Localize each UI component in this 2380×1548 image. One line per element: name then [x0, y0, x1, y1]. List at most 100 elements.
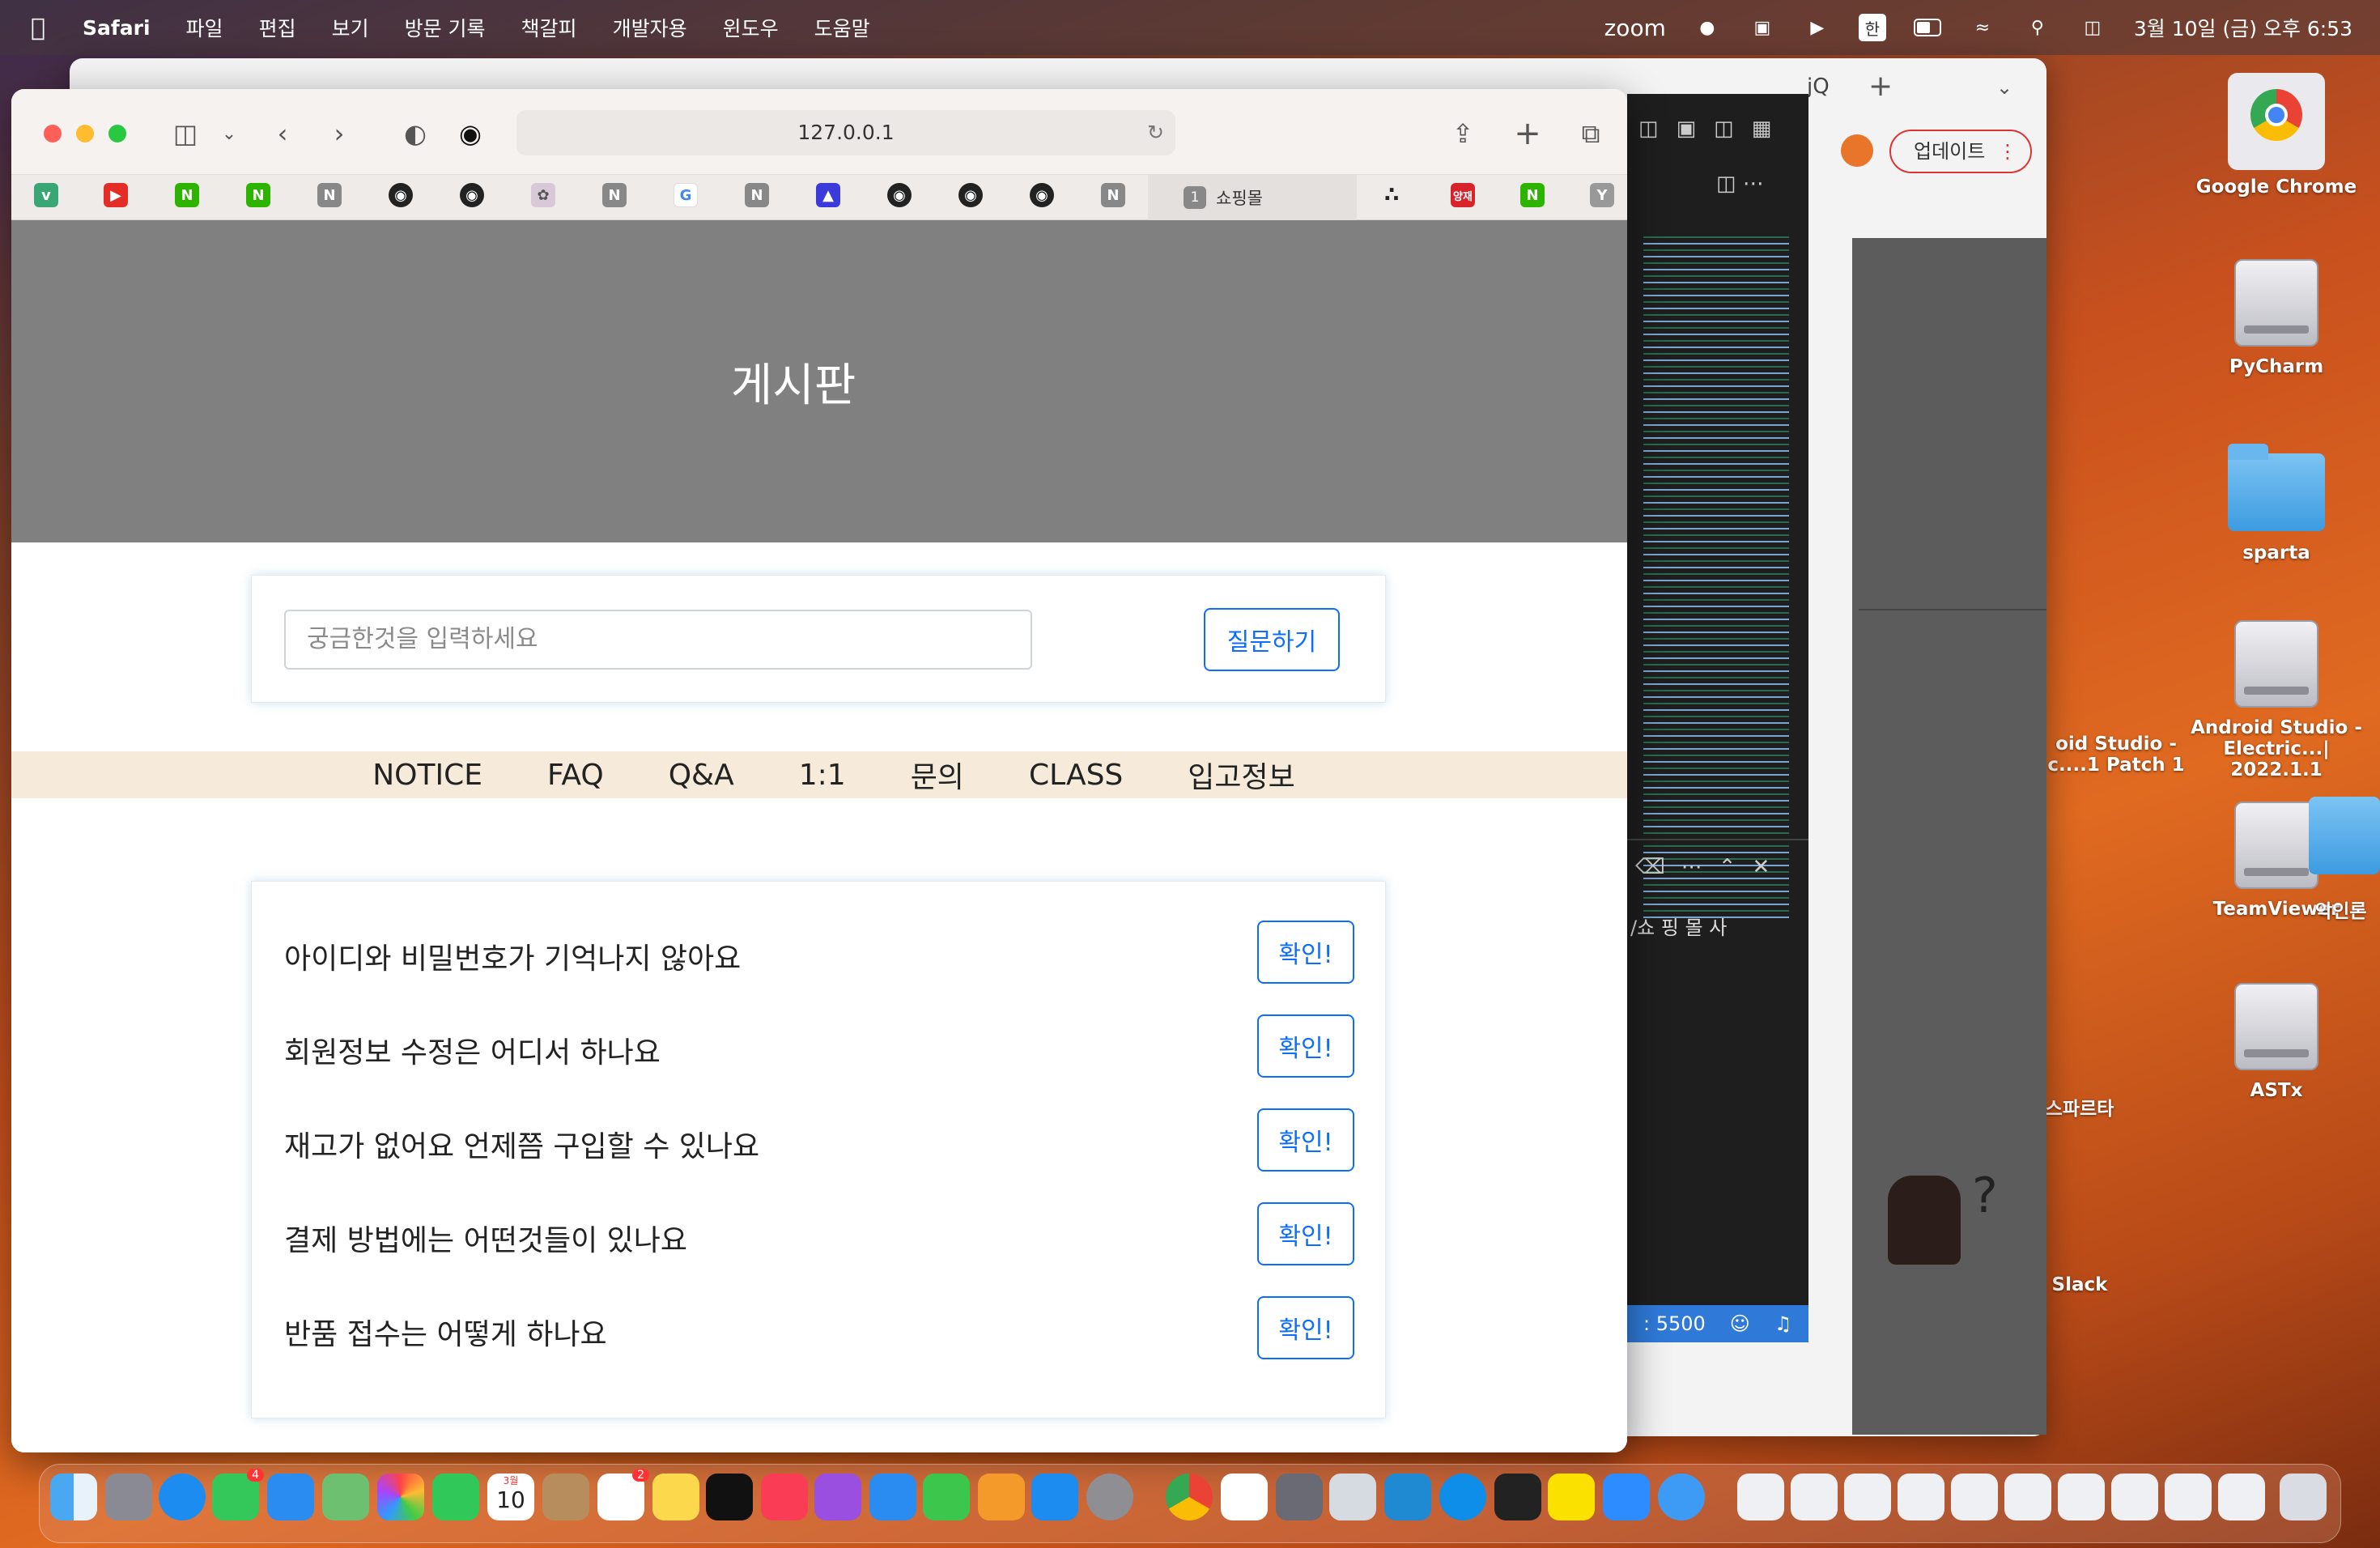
fav-naver-icon[interactable]: N — [1520, 183, 1545, 207]
desktop-icon-google-chrome[interactable]: Google Chrome — [2195, 73, 2357, 198]
menu-edit[interactable]: 편집 — [259, 13, 296, 42]
nav-notice[interactable]: NOTICE — [372, 759, 482, 792]
menu-window[interactable]: 윈도우 — [723, 13, 779, 42]
github-icon[interactable]: ◉ — [453, 117, 487, 151]
slack-dock-icon[interactable] — [1221, 1474, 1268, 1520]
nav-class[interactable]: CLASS — [1029, 759, 1123, 792]
spotlight-search-icon[interactable]: ⚲ — [2024, 14, 2051, 41]
preview-icon[interactable] — [1329, 1474, 1376, 1520]
reload-icon[interactable]: ↻ — [1147, 110, 1164, 155]
play-circle-icon[interactable]: ▶ — [1804, 14, 1831, 41]
nav-faq[interactable]: FAQ — [547, 759, 604, 792]
recent-document-icon[interactable] — [2165, 1474, 2212, 1520]
facetime-icon[interactable] — [432, 1474, 479, 1520]
messages-icon[interactable]: 4 — [212, 1469, 264, 1520]
nav-stock-info[interactable]: 입고정보 — [1188, 754, 1294, 796]
nav-qna[interactable]: Q&A — [669, 759, 734, 792]
confirm-button[interactable]: 확인! — [1257, 1202, 1354, 1265]
security-shield-icon[interactable]: ▣ — [1749, 14, 1776, 41]
tab-overview-icon[interactable]: ⧉ — [1574, 117, 1608, 151]
recent-document-icon[interactable] — [1951, 1474, 1998, 1520]
layout-icons[interactable]: ◫▣◫▦ — [1638, 117, 1789, 141]
rocket-icon[interactable] — [1276, 1474, 1323, 1520]
menu-app-name[interactable]: Safari — [83, 16, 151, 40]
fav-github-icon[interactable]: ◉ — [389, 183, 413, 207]
fav-kr-icon[interactable]: ▲ — [816, 183, 840, 207]
menu-help[interactable]: 도움말 — [814, 13, 870, 42]
fav-yangjae-icon[interactable]: 양재 — [1451, 183, 1475, 207]
minimize-window-button[interactable] — [76, 125, 94, 142]
recent-document-icon[interactable] — [2058, 1474, 2105, 1520]
fav-n-icon[interactable]: N — [745, 183, 769, 207]
new-tab-icon[interactable]: + — [1511, 115, 1545, 152]
new-tab-icon[interactable]: + — [1868, 70, 1893, 103]
notification-bell-icon[interactable]: ♫ — [1774, 1312, 1792, 1335]
control-center-icon[interactable]: ◫ — [2079, 14, 2106, 41]
fav-naver-icon[interactable]: N — [246, 183, 270, 207]
zoom-dock-icon[interactable] — [1603, 1474, 1650, 1520]
zoom-window-button[interactable] — [108, 125, 126, 142]
apple-menu-icon[interactable]:  — [31, 14, 45, 42]
fav-github-icon[interactable]: ◉ — [1030, 183, 1054, 207]
calendar-icon[interactable]: 3월 10 — [487, 1474, 534, 1520]
panel-actions[interactable]: ⌫⋯⌃✕ — [1635, 855, 1786, 879]
recent-document-icon[interactable] — [2111, 1474, 2158, 1520]
recent-document-icon[interactable] — [1844, 1474, 1891, 1520]
vscode-window[interactable]: ◫▣◫▦ ◫ ⋯ ⌫⋯⌃✕ /쇼 핑 몰 사 : 5500 ☺ ♫ — [1627, 94, 1808, 1342]
live-server-port[interactable]: : 5500 — [1643, 1312, 1706, 1335]
kakaotalk-icon[interactable] — [1548, 1474, 1595, 1520]
safari-dock-icon[interactable] — [1658, 1474, 1705, 1520]
ask-question-button[interactable]: 질문하기 — [1204, 608, 1340, 671]
fav-github-icon[interactable]: ◉ — [460, 183, 484, 207]
fav-google-icon[interactable]: G — [674, 183, 698, 207]
zoom-status[interactable]: zoom — [1604, 15, 1666, 41]
system-settings-icon[interactable] — [1086, 1474, 1133, 1520]
mail-icon[interactable] — [267, 1474, 314, 1520]
teamviewer-dock-icon[interactable] — [1439, 1474, 1486, 1520]
apple-tv-icon[interactable] — [706, 1474, 753, 1520]
menu-file[interactable]: 파일 — [186, 13, 223, 42]
recent-document-icon[interactable] — [2218, 1474, 2265, 1520]
fav-youtube-icon[interactable]: ▶ — [104, 183, 128, 207]
close-window-button[interactable] — [44, 125, 62, 142]
back-icon[interactable]: ‹ — [266, 117, 300, 151]
desktop-icon-pycharm[interactable]: PyCharm — [2195, 259, 2357, 377]
photos-icon[interactable] — [377, 1474, 424, 1520]
fav-n-icon[interactable]: N — [1101, 183, 1125, 207]
safari-dock-icon[interactable] — [159, 1474, 206, 1520]
launchpad-icon[interactable] — [105, 1474, 152, 1520]
share-icon[interactable]: ⇪ — [1446, 117, 1480, 151]
forward-icon[interactable]: › — [322, 117, 356, 151]
privacy-shield-icon[interactable]: ◐ — [398, 117, 432, 151]
finder-icon[interactable] — [50, 1474, 97, 1520]
background-tab-label[interactable]: jQ — [1807, 74, 1830, 99]
app-store-icon[interactable] — [1031, 1474, 1078, 1520]
menu-history[interactable]: 방문 기록 — [405, 13, 486, 42]
numbers-icon[interactable] — [923, 1474, 970, 1520]
trash-icon[interactable] — [2280, 1474, 2327, 1520]
confirm-button[interactable]: 확인! — [1257, 1108, 1354, 1172]
menu-clock[interactable]: 3월 10일 (금) 오후 6:53 — [2134, 13, 2352, 42]
fav-github-icon[interactable]: ◉ — [887, 183, 912, 207]
confirm-button[interactable]: 확인! — [1257, 1296, 1354, 1359]
fav-n-icon[interactable]: N — [317, 183, 342, 207]
chrome-dock-icon[interactable] — [1166, 1474, 1213, 1520]
fav-dots-icon[interactable]: ∴ — [1379, 183, 1404, 207]
desktop-icon-sparta[interactable]: sparta — [2195, 444, 2357, 563]
fav-naver-icon[interactable]: N — [175, 183, 199, 207]
confirm-button[interactable]: 확인! — [1257, 1014, 1354, 1078]
fav-v-icon[interactable]: v — [34, 183, 58, 207]
contacts-icon[interactable] — [542, 1474, 589, 1520]
battery-icon[interactable] — [1913, 14, 1941, 41]
nav-inquiry[interactable]: 문의 — [911, 754, 964, 796]
confirm-button[interactable]: 확인! — [1257, 921, 1354, 984]
split-editor-icon[interactable]: ◫ ⋯ — [1716, 172, 1764, 196]
sidebar-toggle-icon[interactable]: ◫ — [168, 117, 202, 151]
fav-n-icon[interactable]: N — [602, 183, 627, 207]
maps-icon[interactable] — [322, 1474, 369, 1520]
terminal-icon[interactable] — [1494, 1474, 1541, 1520]
avatar[interactable] — [1841, 134, 1873, 167]
nav-one-to-one[interactable]: 1:1 — [799, 759, 846, 792]
url-bar[interactable]: 127.0.0.1 ↻ — [516, 110, 1175, 155]
input-method-indicator[interactable]: 한 — [1858, 14, 1886, 41]
